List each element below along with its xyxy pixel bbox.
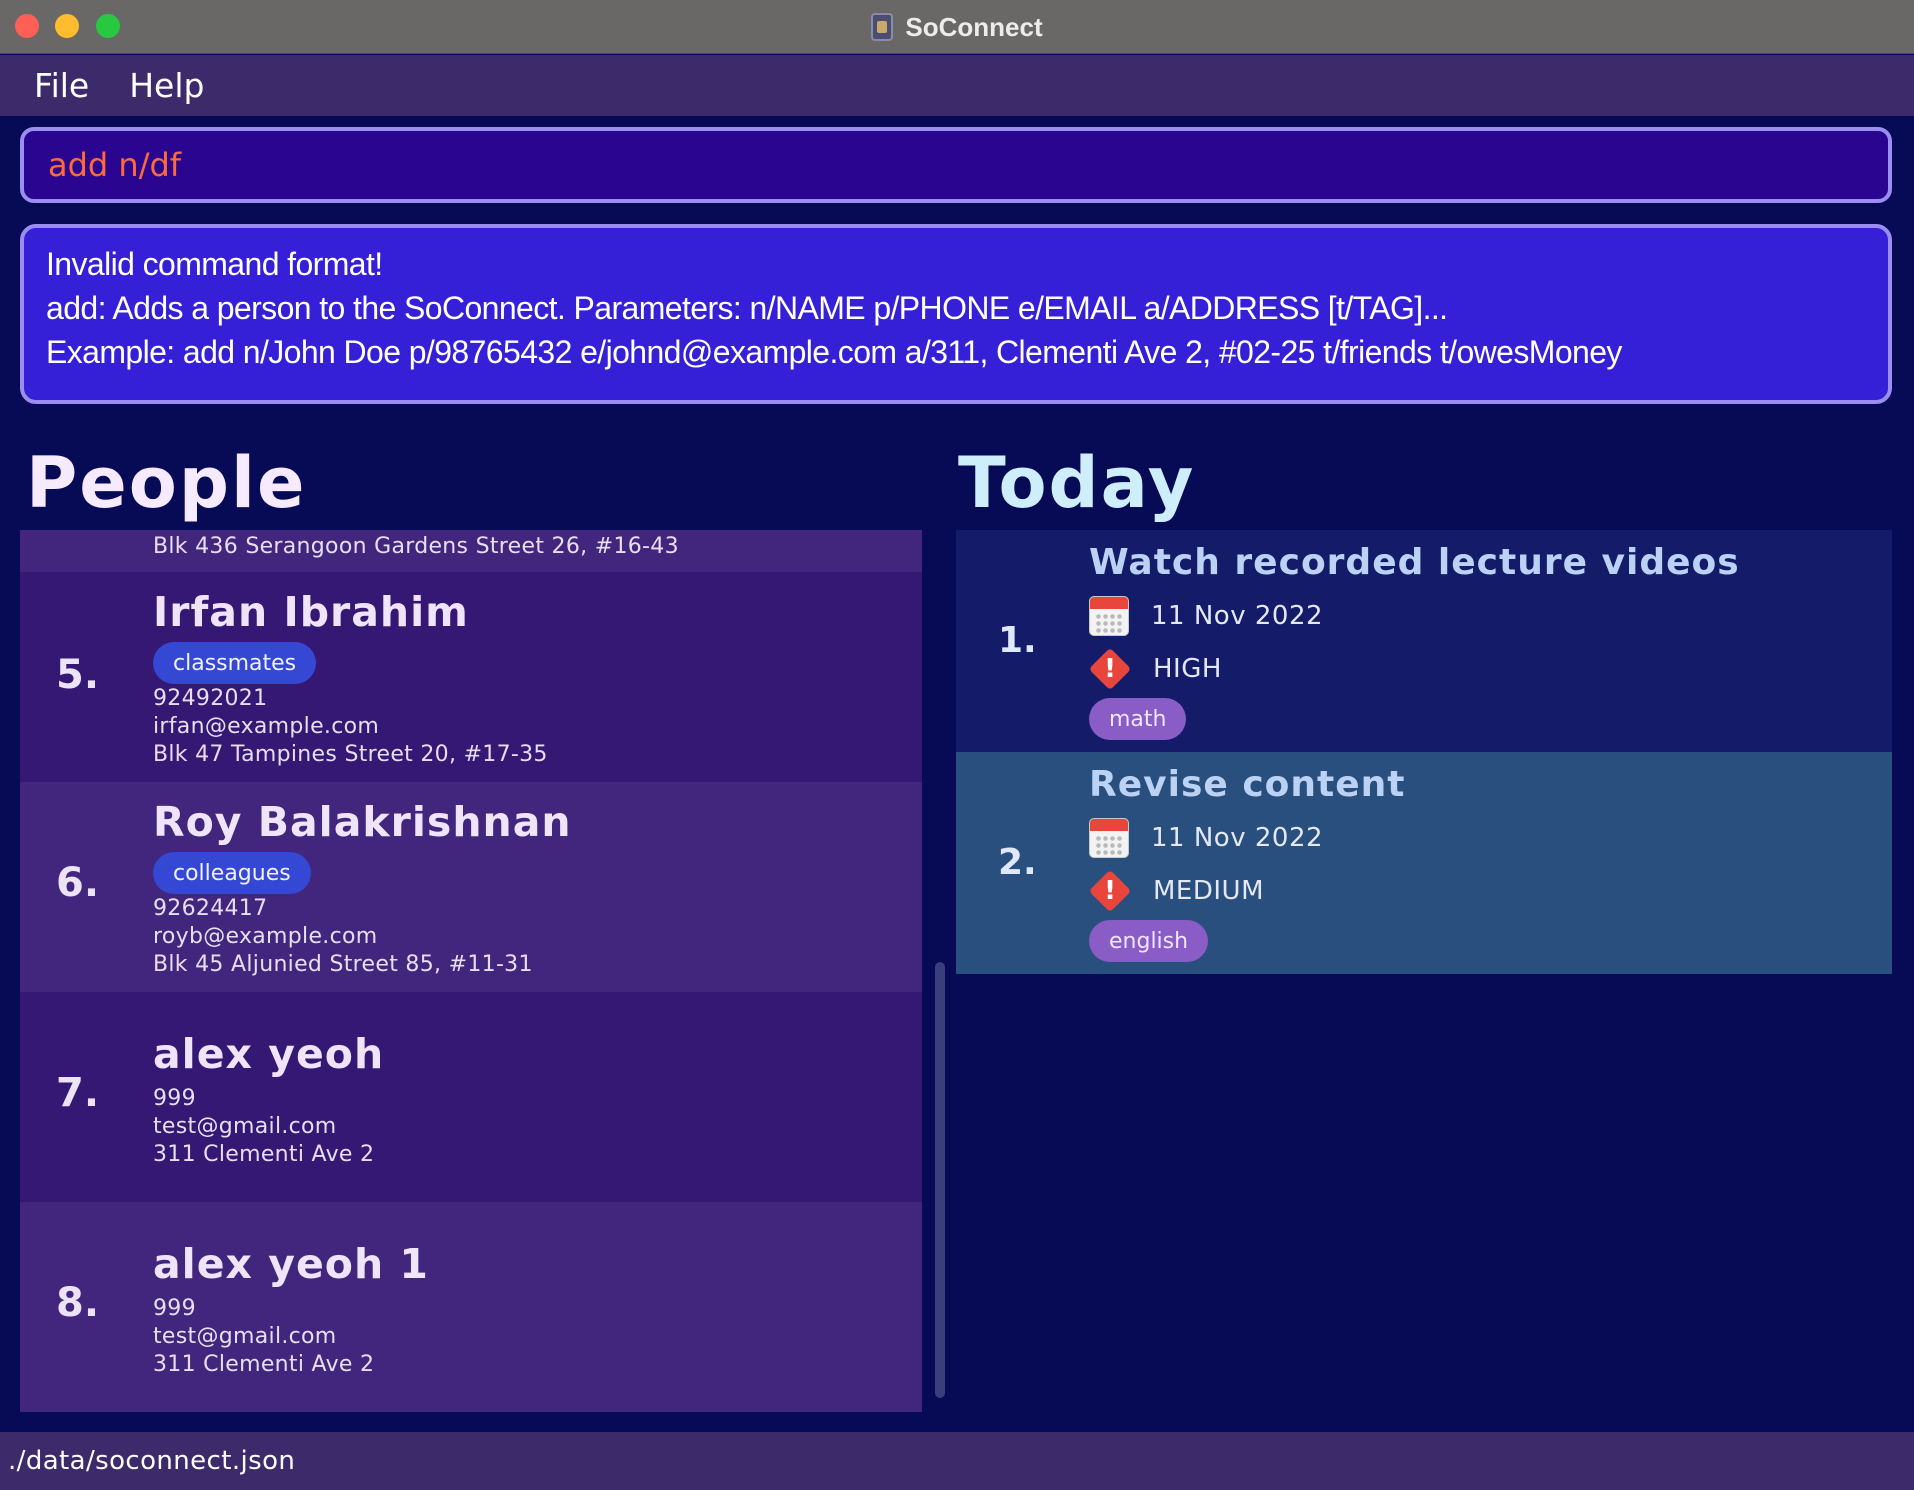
task-date-row: 11 Nov 2022 <box>1089 596 1323 636</box>
person-address: Blk 45 Aljunied Street 85, #11-31 <box>153 952 533 977</box>
task-index: 2. <box>998 842 1037 883</box>
person-email: irfan@example.com <box>153 714 380 739</box>
person-card-partial[interactable]: Blk 436 Serangoon Gardens Street 26, #16… <box>20 530 922 572</box>
person-tag: colleagues <box>153 852 311 894</box>
task-priority: MEDIUM <box>1153 876 1265 906</box>
person-address: 311 Clementi Ave 2 <box>153 1142 375 1167</box>
person-email: test@gmail.com <box>153 1324 337 1349</box>
task-priority: HIGH <box>1153 654 1222 684</box>
person-email: royb@example.com <box>153 924 378 949</box>
person-phone: 92492021 <box>153 686 268 711</box>
people-scrollbar[interactable] <box>935 962 945 1398</box>
priority-icon: ! <box>1089 870 1131 912</box>
soconnect-window: SoConnect File Help add n/df Invalid com… <box>0 0 1914 1490</box>
menu-help[interactable]: Help <box>129 66 204 105</box>
menu-file[interactable]: File <box>34 66 89 105</box>
person-index: 5. <box>56 652 100 698</box>
result-line: add: Adds a person to the SoConnect. Par… <box>46 290 1448 326</box>
person-address: Blk 436 Serangoon Gardens Street 26, #16… <box>153 534 679 559</box>
status-file-path: ./data/soconnect.json <box>8 1446 296 1476</box>
person-card[interactable]: 7. alex yeoh 999 test@gmail.com 311 Clem… <box>20 992 922 1202</box>
person-phone: 999 <box>153 1086 196 1111</box>
today-header: Today <box>958 442 1196 524</box>
task-tag: math <box>1089 698 1187 740</box>
person-index: 7. <box>56 1070 100 1116</box>
person-phone: 92624417 <box>153 896 268 921</box>
calendar-icon <box>1089 818 1129 858</box>
window-title: SoConnect <box>905 11 1043 42</box>
result-line: Invalid command format! <box>46 246 383 282</box>
status-bar: ./data/soconnect.json <box>0 1432 1914 1490</box>
person-phone: 999 <box>153 1296 196 1321</box>
person-tag: classmates <box>153 642 317 684</box>
result-line: Example: add n/John Doe p/98765432 e/joh… <box>46 334 1622 370</box>
task-date-row: 11 Nov 2022 <box>1089 818 1323 858</box>
result-display: Invalid command format! add: Adds a pers… <box>20 224 1892 404</box>
title-bar[interactable]: SoConnect <box>0 0 1914 54</box>
person-index: 8. <box>56 1280 100 1326</box>
task-tag: english <box>1089 920 1209 962</box>
command-input-text: add n/df <box>48 146 182 184</box>
person-card[interactable]: 8. alex yeoh 1 999 test@gmail.com 311 Cl… <box>20 1202 922 1412</box>
person-email: test@gmail.com <box>153 1114 337 1139</box>
task-list[interactable]: 1. Watch recorded lecture videos 11 Nov … <box>956 530 1892 974</box>
person-name: alex yeoh 1 <box>153 1240 429 1288</box>
person-name: alex yeoh <box>153 1030 385 1078</box>
task-title: Revise content <box>1089 764 1406 805</box>
person-name: Roy Balakrishnan <box>153 798 572 846</box>
person-card[interactable]: 6. Roy Balakrishnan colleagues 92624417 … <box>20 782 922 992</box>
task-title: Watch recorded lecture videos <box>1089 542 1740 583</box>
menu-bar: File Help <box>0 55 1914 116</box>
command-input[interactable]: add n/df <box>20 127 1892 203</box>
window-title-group: SoConnect <box>0 0 1914 54</box>
person-address: 311 Clementi Ave 2 <box>153 1352 375 1377</box>
task-date: 11 Nov 2022 <box>1151 601 1324 631</box>
people-list[interactable]: Blk 436 Serangoon Gardens Street 26, #16… <box>20 530 922 1412</box>
app-icon <box>871 13 894 41</box>
priority-icon: ! <box>1089 648 1131 690</box>
person-address: Blk 47 Tampines Street 20, #17-35 <box>153 742 548 767</box>
task-index: 1. <box>998 620 1037 661</box>
task-priority-row: ! HIGH <box>1089 648 1222 690</box>
person-card[interactable]: 5. Irfan Ibrahim classmates 92492021 irf… <box>20 572 922 782</box>
task-priority-row: ! MEDIUM <box>1089 870 1264 912</box>
person-name: Irfan Ibrahim <box>153 588 469 636</box>
task-card[interactable]: 1. Watch recorded lecture videos 11 Nov … <box>956 530 1892 752</box>
calendar-icon <box>1089 596 1129 636</box>
task-card[interactable]: 2. Revise content 11 Nov 2022 ! MEDIUM e… <box>956 752 1892 974</box>
people-header: People <box>26 442 307 524</box>
task-date: 11 Nov 2022 <box>1151 823 1324 853</box>
person-index: 6. <box>56 860 100 906</box>
